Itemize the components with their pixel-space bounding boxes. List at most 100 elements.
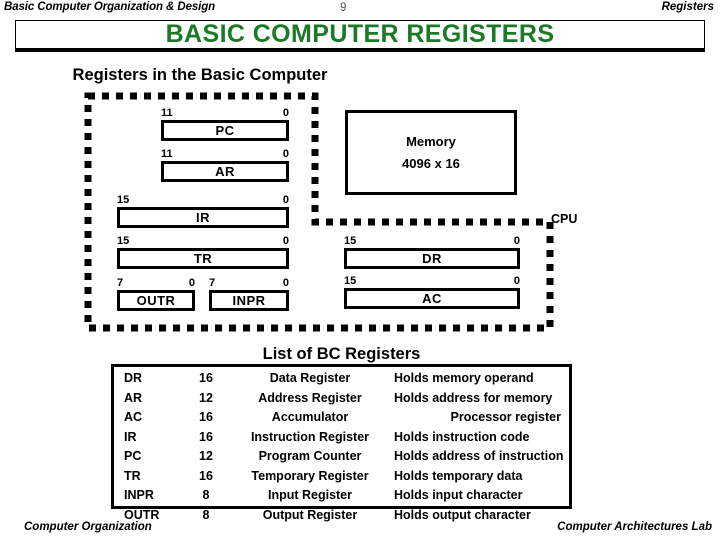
register-symbol-cell: PC <box>124 449 142 463</box>
register-dr-bit-labels: 15 0 <box>344 235 520 248</box>
register-ir-box: IR <box>117 207 289 228</box>
register-ar-label: AR <box>215 164 235 179</box>
register-ir-msb: 15 <box>117 194 130 206</box>
register-ir-lsb: 0 <box>282 194 289 206</box>
register-symbol-cell: TR <box>124 468 141 483</box>
table-row: INPR 8 Input Register Holds input character <box>114 486 569 506</box>
register-name-cell: Temporary Register <box>251 468 369 483</box>
register-bits-cell: 16 <box>199 410 213 424</box>
register-table: DR 16 Data Register Holds memory operand AR 1… <box>114 369 569 525</box>
register-pc-msb: 11 <box>161 107 173 119</box>
register-outr-lsb: 0 <box>188 277 195 289</box>
register-description-cell: Holds temporary data <box>394 468 523 483</box>
register-tr: 15 0 TR <box>117 235 289 269</box>
diagram-heading: Registers in the Basic Computer <box>72 66 328 84</box>
register-ar-bit-labels: 11 0 <box>161 148 289 161</box>
register-bits-cell: 8 <box>202 507 210 522</box>
cpu-label: CPU <box>551 212 578 226</box>
register-name-cell: Accumulator <box>271 410 349 424</box>
register-bits-cell: 16 <box>199 429 213 444</box>
register-pc-lsb: 0 <box>282 107 289 119</box>
footer-right: Computer Architectures Lab <box>557 521 712 533</box>
table-heading: List of BC Registers <box>262 345 421 363</box>
slide-page-number: 9 <box>340 2 347 14</box>
memory-size: 4096 x 16 <box>402 155 460 171</box>
slide-header-left: Basic Computer Organization & Design <box>4 1 216 13</box>
table-row: IR 16 Instruction Register Holds instructio… <box>114 428 569 448</box>
register-name-cell: Instruction Register <box>250 429 370 444</box>
memory-title: Memory <box>406 133 456 149</box>
register-description-cell: Holds output character <box>394 507 531 522</box>
table-row: AR 12 Address Register Holds address for me… <box>114 389 569 409</box>
table-row: DR 16 Data Register Holds memory operand <box>114 369 569 389</box>
register-dr-label: DR <box>422 251 442 266</box>
register-inpr-lsb: 0 <box>282 277 289 289</box>
page-title: BASIC COMPUTER REGISTERS <box>165 20 555 48</box>
register-bits-cell: 16 <box>199 468 213 483</box>
register-ar-box: AR <box>161 161 289 182</box>
register-tr-msb: 15 <box>117 235 130 247</box>
register-description-cell: Holds address for memory <box>394 390 553 405</box>
register-ar-msb: 11 <box>161 148 173 160</box>
table-row: TR 16 Temporary Register Holds temporary da… <box>114 467 569 487</box>
register-description-cell: Processor register <box>450 410 561 424</box>
register-pc-label: PC <box>215 123 235 138</box>
register-bits-cell: 12 <box>199 390 213 405</box>
register-symbol-cell: AC <box>124 410 143 424</box>
register-name-cell: Data Register <box>269 371 351 385</box>
register-description-cell: Holds input character <box>394 488 523 502</box>
register-inpr: 7 0 INPR <box>209 277 289 311</box>
register-ir: 15 0 IR <box>117 194 289 228</box>
slide-header-right: Registers <box>661 1 714 13</box>
table-row: PC 12 Program Counter Holds address of inst… <box>114 447 569 467</box>
memory-block: Memory 4096 x 16 <box>345 110 517 195</box>
register-tr-label: TR <box>193 251 213 266</box>
register-name-cell: Output Register <box>262 507 358 522</box>
footer-left: Computer Organization <box>24 521 152 533</box>
register-inpr-msb: 7 <box>209 277 216 289</box>
slide-title-bar: BASIC COMPUTER REGISTERS <box>15 20 705 52</box>
register-bits-cell: 8 <box>202 488 210 502</box>
register-outr-box: OUTR <box>117 290 195 311</box>
register-symbol-cell: INPR <box>124 488 154 502</box>
register-ir-label: IR <box>196 210 210 225</box>
register-tr-lsb: 0 <box>282 235 289 247</box>
table-row: AC 16 Accumulator Processor register <box>114 408 569 428</box>
register-list-table: DR 16 Data Register Holds memory operand AR 1… <box>111 364 572 522</box>
register-inpr-label: INPR <box>232 293 266 308</box>
register-bits-cell: 16 <box>199 371 213 385</box>
register-ac-label: AC <box>422 291 442 306</box>
register-dr: 15 0 DR <box>344 235 520 269</box>
register-ac-lsb: 0 <box>513 275 520 287</box>
register-symbol-cell: DR <box>124 371 143 385</box>
register-pc-bit-labels: 11 0 <box>161 107 289 120</box>
register-symbol-cell: AR <box>124 390 143 405</box>
register-dr-box: DR <box>344 248 520 269</box>
register-name-cell: Address Register <box>258 390 362 405</box>
register-pc: 11 0 PC <box>161 107 289 141</box>
register-description-cell: Holds address of instruction <box>394 449 564 463</box>
register-outr-label: OUTR <box>136 293 176 308</box>
register-tr-bit-labels: 15 0 <box>117 235 289 248</box>
register-dr-msb: 15 <box>344 235 357 247</box>
register-ac-box: AC <box>344 288 520 309</box>
register-outr-msb: 7 <box>117 277 124 289</box>
register-bits-cell: 12 <box>199 449 213 463</box>
register-outr-bit-labels: 7 0 <box>117 277 195 290</box>
register-ac-bit-labels: 15 0 <box>344 275 520 288</box>
register-ar: 11 0 AR <box>161 148 289 182</box>
register-inpr-bit-labels: 7 0 <box>209 277 289 290</box>
register-ac-msb: 15 <box>344 275 357 287</box>
register-symbol-cell: IR <box>124 429 137 444</box>
register-ac: 15 0 AC <box>344 275 520 309</box>
register-tr-box: TR <box>117 248 289 269</box>
register-ar-lsb: 0 <box>282 148 289 160</box>
register-outr: 7 0 OUTR <box>117 277 195 311</box>
register-description-cell: Holds instruction code <box>394 429 530 444</box>
register-ir-bit-labels: 15 0 <box>117 194 289 207</box>
register-inpr-box: INPR <box>209 290 289 311</box>
register-pc-box: PC <box>161 120 289 141</box>
register-description-cell: Holds memory operand <box>394 371 534 385</box>
register-name-cell: Program Counter <box>258 449 362 463</box>
register-dr-lsb: 0 <box>513 235 520 247</box>
